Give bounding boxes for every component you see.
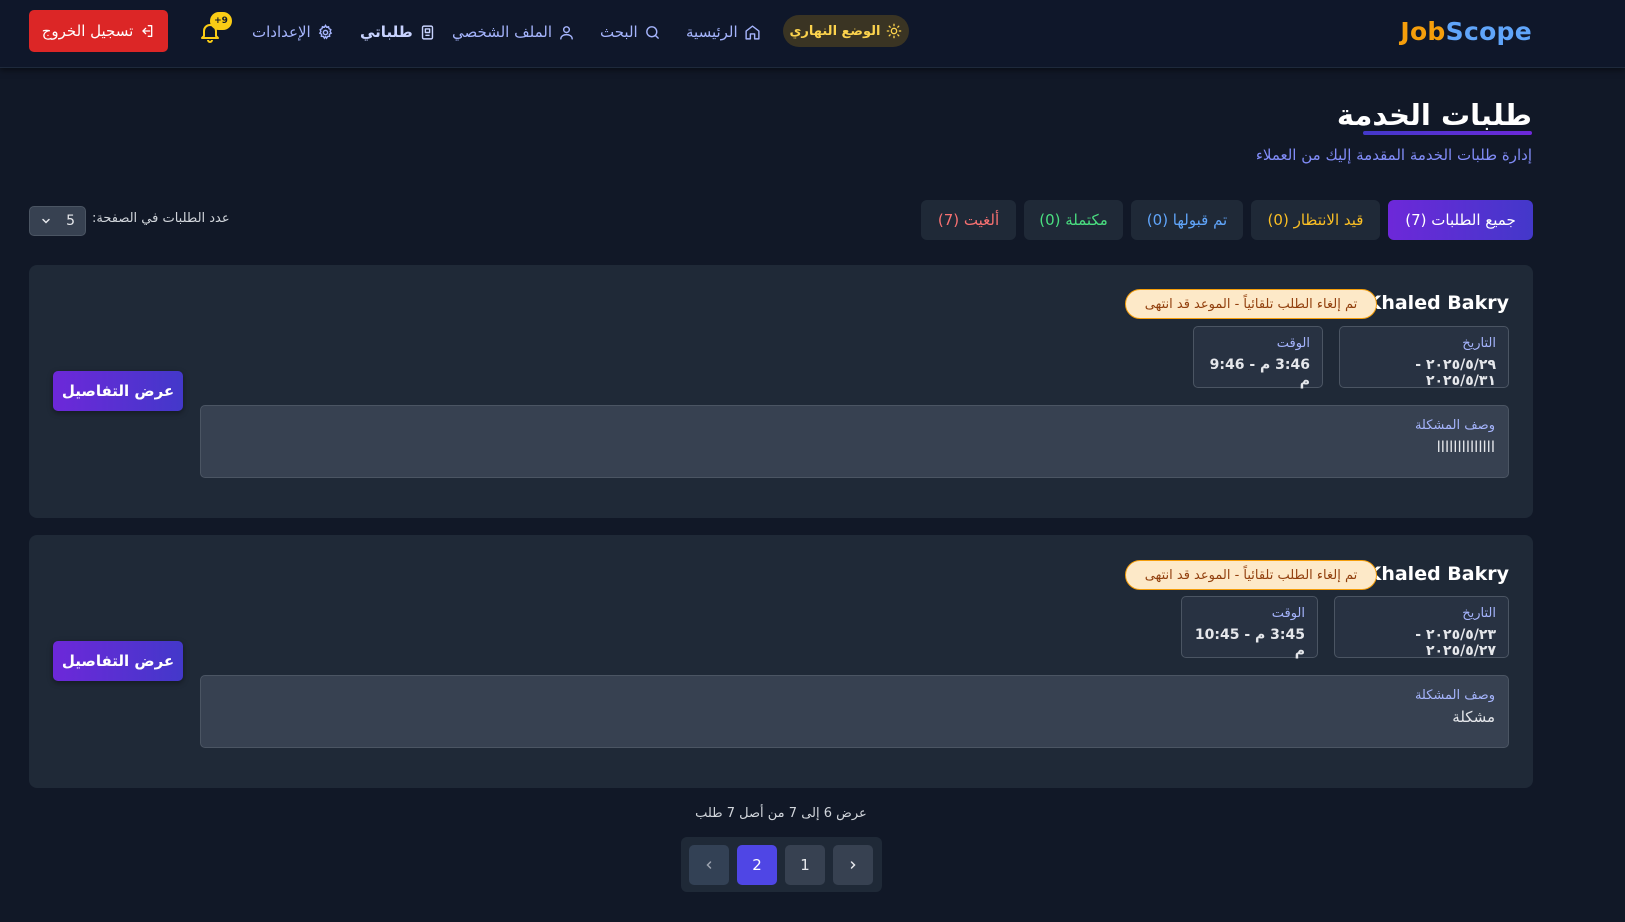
- problem-description-value: llllllllllllll: [1436, 438, 1495, 456]
- tab-cancelled[interactable]: ألغيت (7): [921, 200, 1016, 240]
- date-value: ٢٠٢٥/٥/٢٣ - ٢٠٢٥/٥/٢٧: [1415, 627, 1496, 659]
- pagination-page-1[interactable]: 1: [785, 845, 825, 885]
- title-underline: [1363, 131, 1532, 135]
- chevron-down-icon: [42, 218, 50, 224]
- brand-logo[interactable]: JobScope: [1400, 17, 1532, 46]
- nav-link-settings[interactable]: الإعدادات: [252, 20, 334, 44]
- chevron-right-icon: [850, 861, 856, 869]
- problem-description-label: وصف المشكلة: [1414, 418, 1495, 433]
- notifications-button[interactable]: +9: [198, 12, 232, 44]
- problem-description-label: وصف المشكلة: [1414, 688, 1495, 703]
- view-details-button[interactable]: عرض التفاصيل: [53, 641, 183, 681]
- pagination: 2 1: [681, 837, 882, 892]
- per-page-label: عدد الطلبات في الصفحة:: [92, 211, 230, 226]
- nav-link-my-requests[interactable]: طلباتي: [360, 20, 436, 44]
- nav-link-search-label: البحث: [600, 23, 638, 41]
- date-box: التاريخ ٢٠٢٥/٥/٢٣ - ٢٠٢٥/٥/٢٧: [1334, 596, 1509, 659]
- page-title: طلبات الخدمة: [1336, 98, 1532, 132]
- problem-description-box: وصف المشكلة مشكلة: [200, 675, 1509, 748]
- nav-link-profile-label: الملف الشخصي: [452, 23, 552, 41]
- nav-link-my-requests-label: طلباتي: [360, 23, 413, 41]
- status-badge: تم إلغاء الطلب تلقائياً - الموعد قد انته…: [1125, 289, 1377, 319]
- view-details-button[interactable]: عرض التفاصيل: [53, 371, 183, 411]
- date-label: التاريخ: [1462, 336, 1496, 351]
- logout-button[interactable]: تسجيل الخروج: [29, 10, 168, 52]
- chevron-left-icon: [706, 861, 712, 869]
- nav-link-home-label: الرئيسية: [686, 23, 738, 41]
- logout-label: تسجيل الخروج: [41, 22, 134, 40]
- client-name: Khaled Bakry: [1366, 292, 1509, 314]
- request-card: Khaled Bakry تم إلغاء الطلب تلقائياً - ا…: [29, 265, 1533, 518]
- status-badge: تم إلغاء الطلب تلقائياً - الموعد قد انته…: [1125, 560, 1377, 590]
- client-name: Khaled Bakry: [1366, 563, 1509, 585]
- per-page-select[interactable]: 5: [29, 206, 86, 236]
- nav-link-profile[interactable]: الملف الشخصي: [452, 20, 575, 44]
- date-label: التاريخ: [1462, 606, 1496, 621]
- theme-toggle-label: الوضع النهاري: [789, 23, 881, 39]
- time-box: الوقت 3:45 م - 10:45 م: [1181, 596, 1318, 659]
- notification-count-badge: +9: [210, 12, 232, 30]
- pagination-info: عرض 6 إلى 7 من أصل 7 طلب: [695, 806, 867, 821]
- page-subtitle: إدارة طلبات الخدمة المقدمة إليك من العمل…: [1255, 146, 1532, 164]
- pagination-page-2[interactable]: 2: [737, 845, 777, 885]
- tab-completed[interactable]: مكتملة (0): [1024, 200, 1123, 240]
- pagination-prev-button[interactable]: [833, 845, 873, 885]
- nav-link-home[interactable]: الرئيسية: [686, 20, 761, 44]
- clipboard-icon: [421, 24, 433, 40]
- problem-description-box: وصف المشكلة llllllllllllll: [200, 405, 1509, 478]
- tab-all-requests[interactable]: جميع الطلبات (7): [1388, 200, 1533, 240]
- home-icon: [745, 24, 760, 40]
- date-value: ٢٠٢٥/٥/٢٩ - ٢٠٢٥/٥/٣١: [1415, 357, 1496, 389]
- brand-scope: Scope: [1445, 17, 1532, 46]
- time-label: الوقت: [1271, 606, 1305, 621]
- time-box: الوقت 3:46 م - 9:46 م: [1193, 326, 1323, 389]
- time-value: 3:46 م - 9:46 م: [1209, 357, 1310, 389]
- per-page-value: 5: [66, 213, 75, 229]
- problem-description-value: مشكلة: [1452, 708, 1495, 726]
- gear-icon: [318, 23, 332, 39]
- time-label: الوقت: [1276, 336, 1310, 351]
- brand-job: Job: [1400, 17, 1446, 46]
- theme-toggle-button[interactable]: الوضع النهاري: [783, 15, 909, 47]
- date-box: التاريخ ٢٠٢٥/٥/٢٩ - ٢٠٢٥/٥/٣١: [1339, 326, 1509, 389]
- logout-icon: [142, 25, 153, 37]
- search-icon: [645, 25, 659, 39]
- nav-link-search[interactable]: البحث: [600, 20, 661, 44]
- tab-accepted[interactable]: تم قبولها (0): [1131, 200, 1243, 240]
- sun-icon: [887, 23, 902, 39]
- user-icon: [560, 25, 573, 40]
- nav-link-settings-label: الإعدادات: [252, 23, 311, 41]
- top-navbar: JobScope الوضع النهاري الرئيسية البحث ال…: [0, 0, 1625, 68]
- tab-pending[interactable]: قيد الانتظار (0): [1251, 200, 1380, 240]
- pagination-next-button[interactable]: [689, 845, 729, 885]
- time-value: 3:45 م - 10:45 م: [1194, 627, 1305, 659]
- request-card: Khaled Bakry تم إلغاء الطلب تلقائياً - ا…: [29, 535, 1533, 788]
